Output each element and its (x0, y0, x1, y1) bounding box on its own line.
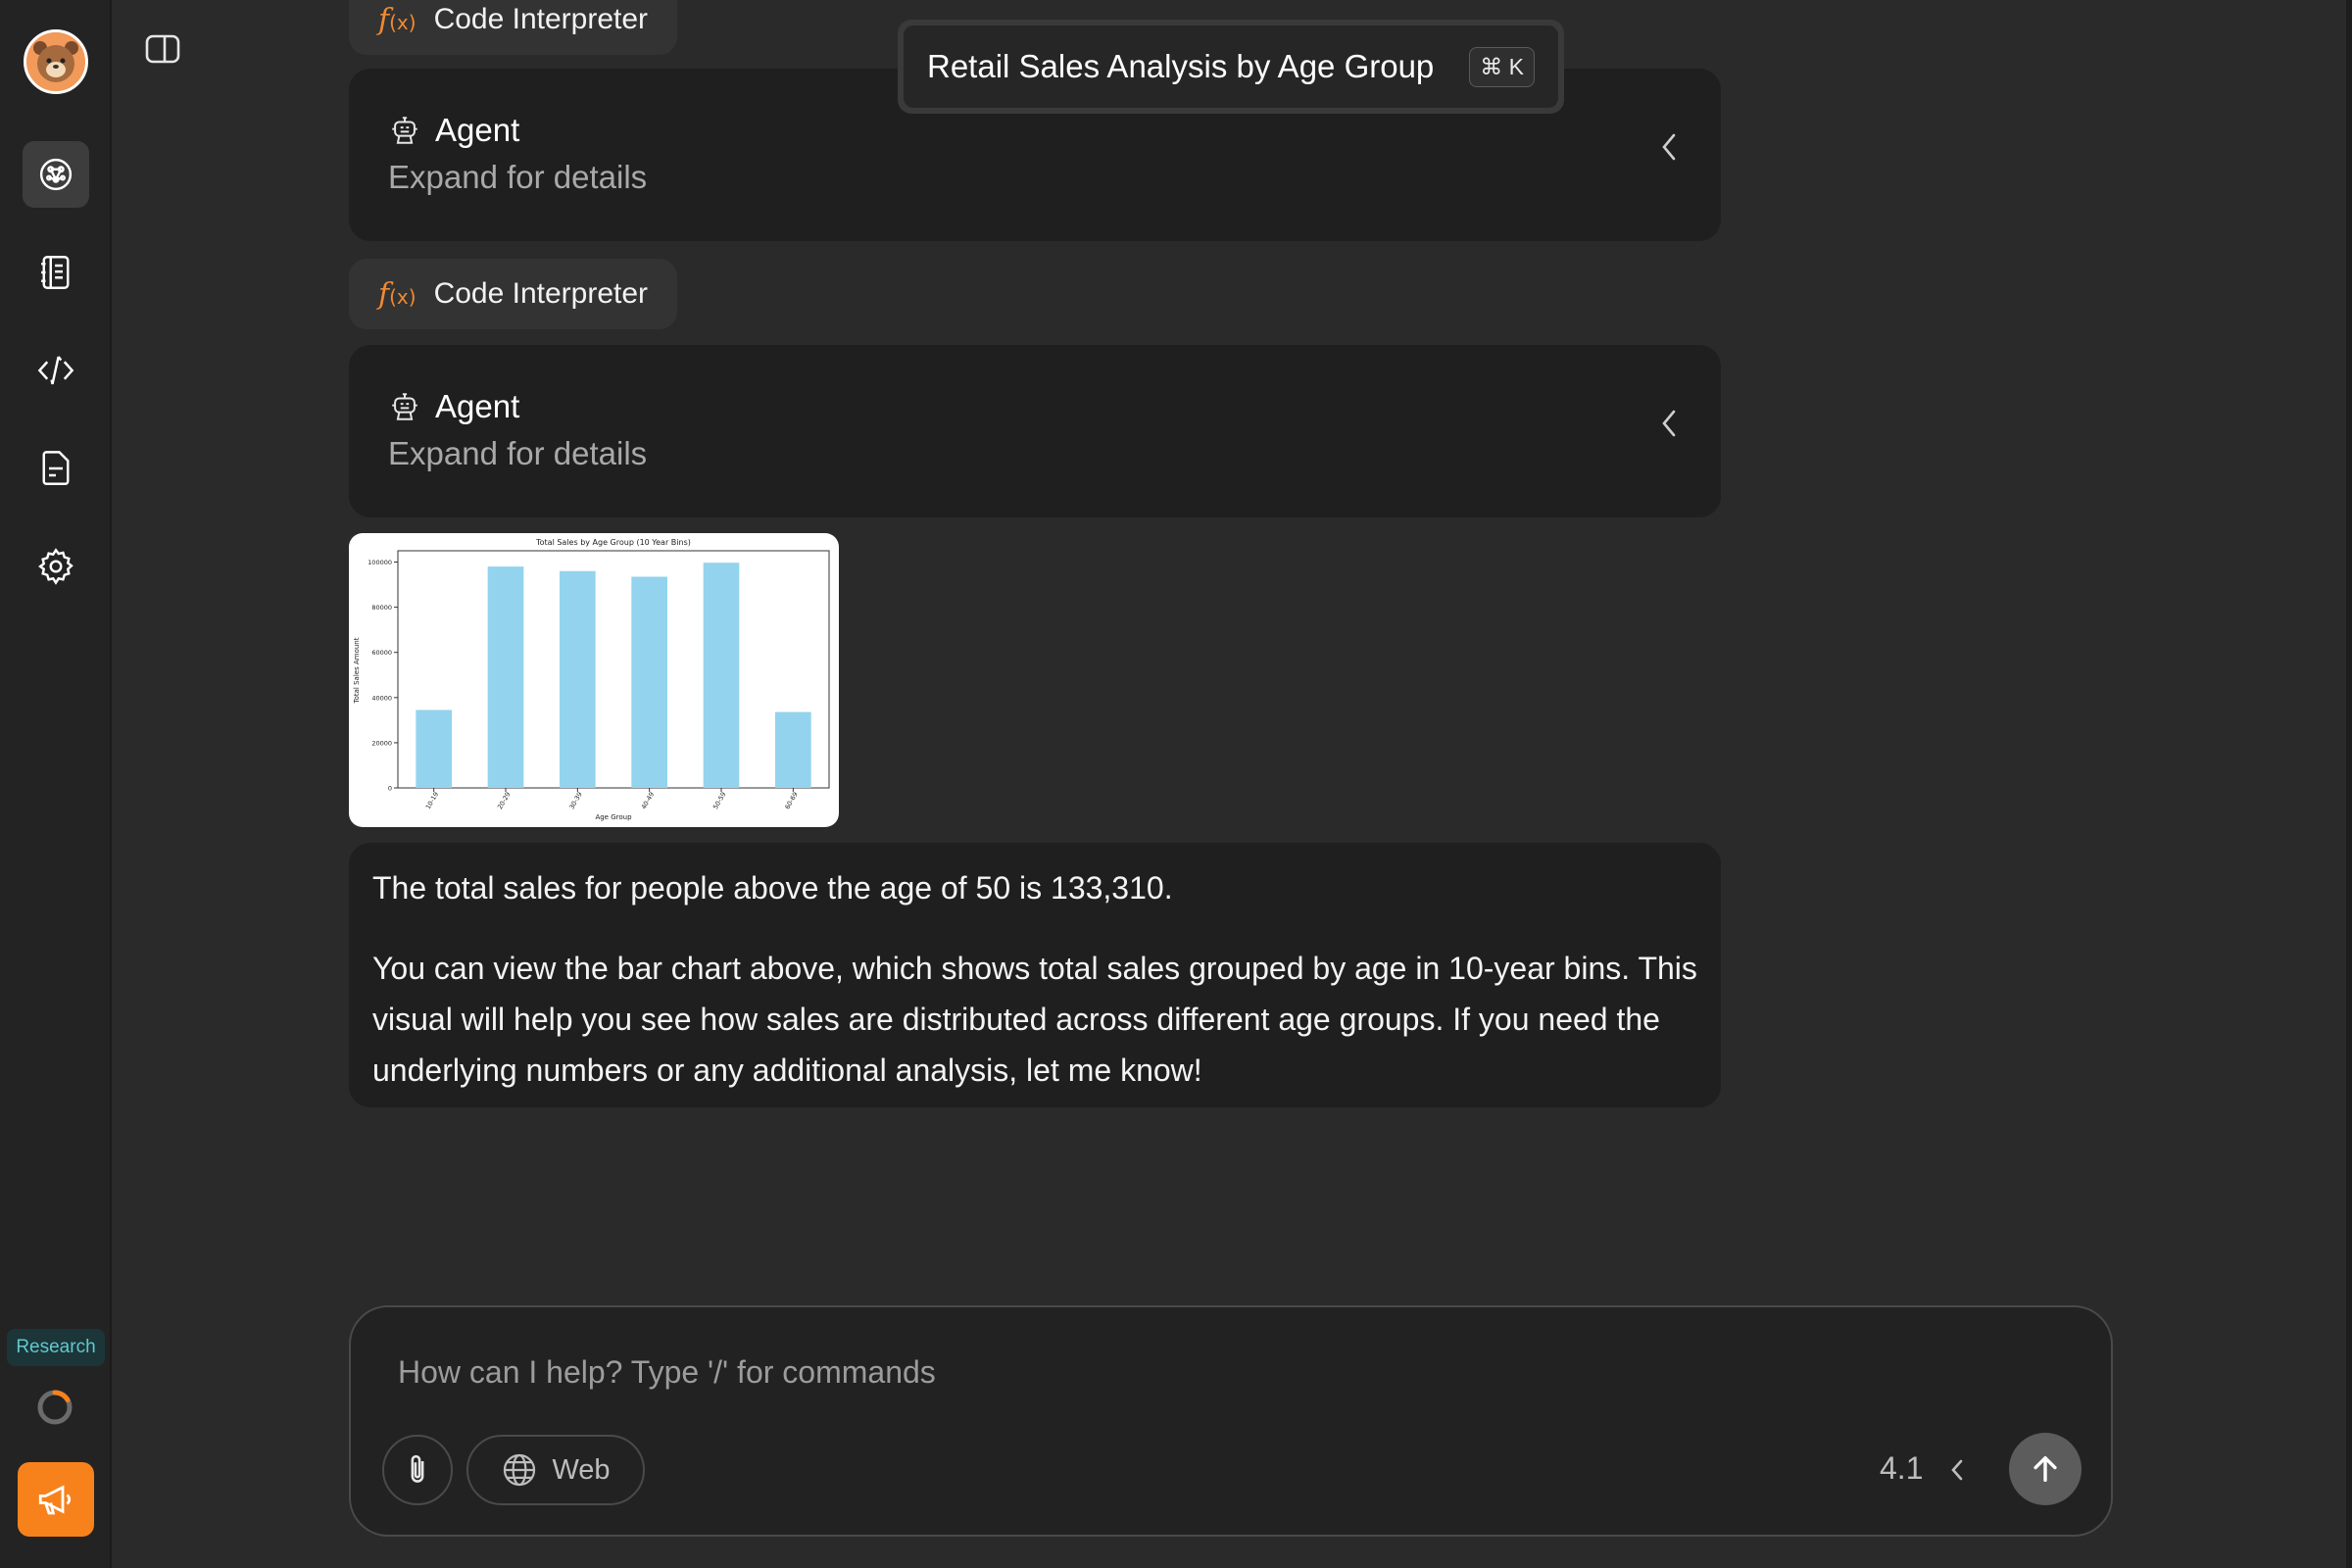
sidebar-item-settings[interactable] (23, 533, 89, 600)
research-badge[interactable]: Research (7, 1329, 105, 1366)
chevron-left-icon[interactable] (1656, 131, 1682, 163)
chart-y-axis-label: Total Sales Amount (353, 637, 361, 704)
chart-x-tick-label: 20-29 (496, 791, 512, 810)
chart-bar (560, 570, 596, 788)
chevron-left-icon[interactable] (1656, 408, 1682, 439)
chart-x-tick-label: 40-49 (640, 791, 656, 810)
paperclip-icon (411, 1454, 424, 1483)
code-pen-icon (37, 356, 74, 385)
chart-y-tick-label: 60000 (371, 649, 392, 657)
chart-title: Total Sales by Age Group (10 Year Bins) (535, 538, 691, 547)
chart-bar (416, 710, 452, 788)
robot-agent-icon (392, 393, 417, 420)
chart-y-tick-label: 100000 (368, 559, 392, 566)
agent-subtitle: Expand for details (388, 159, 648, 195)
announcements-button[interactable] (18, 1462, 94, 1537)
web-search-toggle[interactable]: Web (466, 1435, 645, 1505)
answer-detail: You can view the bar chart above, which … (372, 951, 1697, 1088)
bear-avatar-icon (26, 32, 85, 91)
chart-x-tick-label: 10-19 (424, 791, 440, 810)
chart-y-tick-label: 0 (388, 785, 392, 793)
chart-plot-area (397, 550, 830, 789)
bar-chart: Total Sales by Age Group (10 Year Bins) … (353, 538, 830, 821)
agent-step-card[interactable]: Agent Expand for details (349, 345, 1721, 517)
attach-button[interactable] (382, 1435, 453, 1505)
chart-bar (703, 563, 740, 788)
brain-network-icon (39, 158, 73, 191)
notebook-icon (41, 256, 70, 289)
chart-y-tick-label: 20000 (371, 739, 392, 747)
megaphone-icon (38, 1485, 72, 1515)
toggle-sidebar-icon[interactable] (145, 33, 180, 65)
conversation-title-bar[interactable]: Retail Sales Analysis by Age Group ⌘ K (898, 20, 1564, 114)
chart-x-axis-label: Age Group (595, 813, 632, 821)
globe-icon (504, 1453, 536, 1487)
chart-bar (487, 566, 524, 788)
sidebar-item-ai[interactable] (23, 141, 89, 208)
agent-title: Agent (435, 112, 520, 148)
sidebar-item-notebook[interactable] (23, 239, 89, 306)
sidebar-item-documents[interactable] (23, 435, 89, 502)
chart-x-tick-label: 50-59 (711, 791, 727, 810)
model-version[interactable]: 4.1 (1880, 1450, 1923, 1487)
chart-y-tick-label: 40000 (371, 694, 392, 702)
sidebar-item-code[interactable] (23, 337, 89, 404)
gear-icon (38, 548, 74, 585)
robot-agent-icon (392, 117, 417, 144)
agent-title: Agent (435, 388, 520, 424)
message-composer: Web 4.1 (349, 1305, 2113, 1537)
answer-summary: The total sales for people above the age… (372, 870, 1173, 906)
sidebar: Research (0, 0, 112, 1568)
chart-image[interactable]: Total Sales by Age Group (10 Year Bins) … (349, 533, 839, 827)
tool-call-label: Code Interpreter (433, 3, 649, 35)
tool-call-label: Code Interpreter (433, 277, 649, 310)
command-shortcut-badge: ⌘ K (1469, 46, 1535, 87)
web-label: Web (552, 1453, 611, 1486)
chart-bar (775, 711, 811, 788)
conversation-title: Retail Sales Analysis by Age Group (927, 48, 1435, 84)
user-avatar[interactable] (24, 29, 88, 94)
message-input[interactable] (398, 1350, 1868, 1394)
chart-y-tick-label: 80000 (371, 604, 392, 612)
function-icon: f(x) (378, 2, 416, 37)
assistant-answer: The total sales for people above the age… (349, 843, 1721, 1107)
tool-call-chip[interactable]: f(x) Code Interpreter (349, 0, 678, 55)
arrow-up-icon (2034, 1455, 2057, 1483)
chart-x-tick-label: 60-69 (783, 791, 799, 810)
loading-spinner-icon (37, 1390, 73, 1425)
chart-x-tick-label: 30-39 (567, 791, 583, 810)
send-button[interactable] (2009, 1433, 2082, 1505)
agent-subtitle: Expand for details (388, 435, 648, 471)
document-icon (42, 451, 70, 485)
chart-bar (631, 576, 667, 788)
function-icon: f(x) (378, 276, 416, 312)
window-edge (2346, 0, 2352, 1568)
chevron-left-icon[interactable] (1946, 1454, 1968, 1486)
tool-call-chip[interactable]: f(x) Code Interpreter (349, 259, 678, 329)
